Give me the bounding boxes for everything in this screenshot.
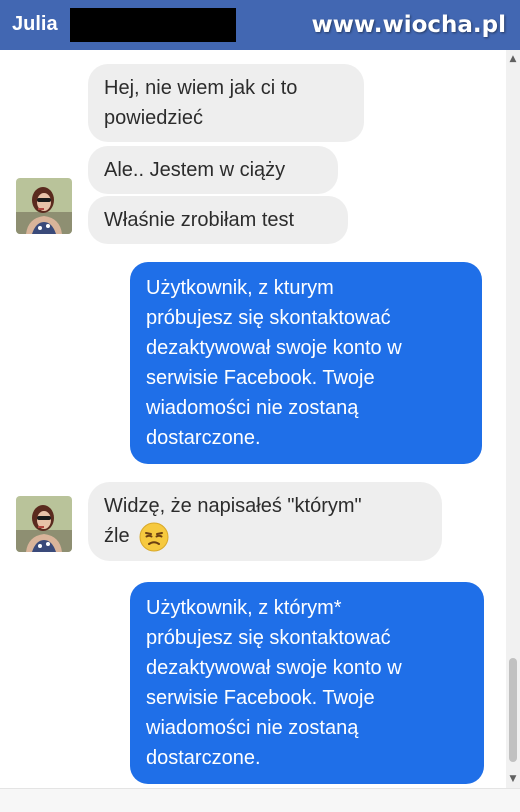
- incoming-message: Widzę, że napisałeś "którym" źle: [88, 482, 442, 561]
- message-line: próbujesz się skontaktować: [146, 627, 391, 649]
- contact-avatar[interactable]: [16, 178, 72, 234]
- outgoing-message: Użytkownik, z kturym próbujesz się skont…: [130, 262, 482, 464]
- message-line: powiedzieć: [104, 107, 203, 129]
- outgoing-message: Użytkownik, z którym* próbujesz się skon…: [130, 582, 484, 784]
- site-watermark: www.wiocha.pl: [311, 12, 506, 38]
- message-line: dostarczone.: [146, 427, 261, 449]
- message-line: wiadomości nie zostaną: [146, 717, 359, 739]
- message-list[interactable]: Hej, nie wiem jak ci to powiedzieć Ale..…: [0, 50, 506, 788]
- incoming-message: Właśnie zrobiłam test: [88, 196, 348, 244]
- message-line: dezaktywował swoje konto w: [146, 337, 402, 359]
- message-line: Użytkownik, z kturym: [146, 277, 334, 299]
- contact-name[interactable]: Julia: [12, 13, 58, 36]
- message-line: dezaktywował swoje konto w: [146, 657, 402, 679]
- message-line: serwisie Facebook. Twoje: [146, 687, 375, 709]
- chat-header: Julia www.wiocha.pl: [0, 0, 520, 50]
- incoming-message: Ale.. Jestem w ciąży: [88, 146, 338, 194]
- message-line: serwisie Facebook. Twoje: [146, 367, 375, 389]
- redacted-surname-block: [70, 8, 236, 42]
- scrollbar-thumb[interactable]: [509, 658, 517, 762]
- message-line: wiadomości nie zostaną: [146, 397, 359, 419]
- message-line: Ale.. Jestem w ciąży: [104, 159, 286, 181]
- scroll-down-arrow-icon[interactable]: ▼: [506, 772, 520, 786]
- message-line: Hej, nie wiem jak ci to: [104, 77, 298, 99]
- scroll-up-arrow-icon[interactable]: ▲: [506, 52, 520, 66]
- message-line: próbujesz się skontaktować: [146, 307, 391, 329]
- chat-window: Julia www.wiocha.pl Hej, nie wiem jak ci…: [0, 0, 520, 812]
- composer-edge: [0, 788, 520, 812]
- incoming-message: Hej, nie wiem jak ci to powiedzieć: [88, 64, 364, 142]
- unamused-face-icon: [139, 522, 169, 552]
- message-line: Użytkownik, z którym*: [146, 597, 342, 619]
- message-line-with-emoji: źle: [104, 521, 426, 552]
- message-line: dostarczone.: [146, 747, 261, 769]
- contact-avatar[interactable]: [16, 496, 72, 552]
- message-line: Właśnie zrobiłam test: [104, 209, 295, 231]
- message-line: źle: [104, 525, 130, 547]
- chat-scrollbar[interactable]: ▲ ▼: [506, 50, 520, 788]
- message-line: Widzę, że napisałeś "którym": [104, 495, 362, 517]
